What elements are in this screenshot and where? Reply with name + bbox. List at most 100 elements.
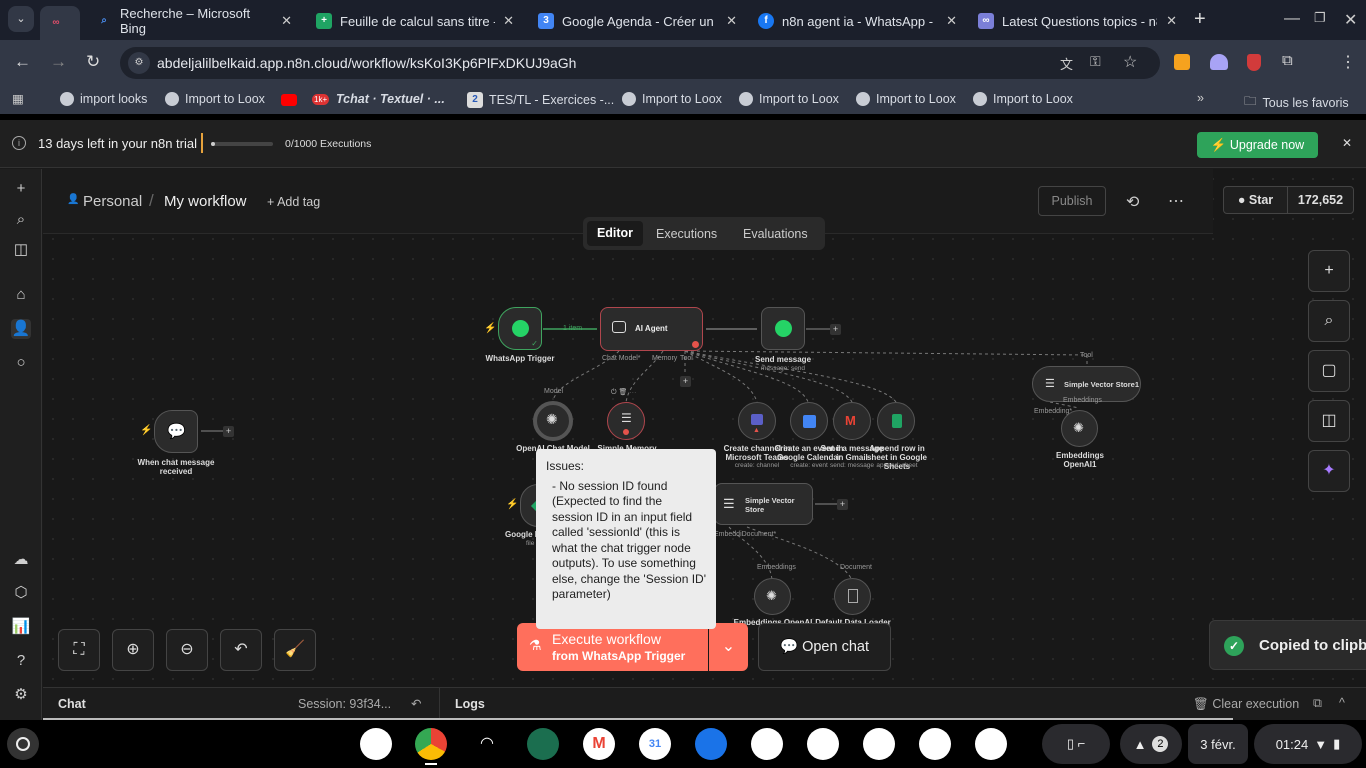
warning-icon: ▲: [1133, 736, 1147, 752]
chat-bubbles-icon: 💬: [167, 423, 186, 440]
flask-icon: ⚗: [529, 637, 542, 653]
port-label: Tool: [680, 355, 693, 362]
node-whatsapp-trigger[interactable]: ✓: [498, 307, 542, 350]
node-subtitle: file: [526, 540, 535, 547]
node-subtitle: message: send: [760, 365, 806, 372]
error-icon: [623, 429, 629, 435]
port-label: EmbeddiDocument*: [714, 531, 777, 538]
gmail-app-icon[interactable]: M: [583, 728, 615, 760]
trigger-bolt-icon: ⚡: [484, 323, 497, 334]
open-chat-button[interactable]: 💬 Open chat: [758, 623, 891, 671]
date-tray[interactable]: 3 févr.: [1188, 724, 1248, 764]
add-node-panel-button[interactable]: +: [1308, 250, 1350, 292]
calendar-app-icon[interactable]: 31: [639, 728, 671, 760]
session-id: Session: 93f34...: [298, 697, 392, 711]
node-label: WhatsApp Trigger: [485, 354, 555, 363]
execute-options-dropdown[interactable]: ⌄: [709, 623, 748, 671]
clipboard-tray-button[interactable]: ▯ ⌐: [1042, 724, 1110, 764]
node-teams[interactable]: ▲: [738, 402, 776, 440]
clear-execution-button[interactable]: 🗑 Clear execution: [1193, 697, 1299, 712]
toggle-panel-button[interactable]: ◫: [1308, 400, 1350, 442]
node-simple-vector-store[interactable]: ☰ Simple Vector Store: [714, 483, 813, 525]
bottom-panel: Chat Session: 93f34... ↶ Logs 🗑 Clear ex…: [43, 687, 1366, 721]
node-openai-chat-model[interactable]: ✺: [533, 401, 573, 441]
chat-panel-title[interactable]: Chat: [58, 697, 86, 711]
panel-divider: [439, 688, 440, 721]
trigger-bolt-icon: ⚡: [506, 499, 519, 510]
zoom-out-button[interactable]: ⊖: [166, 629, 208, 671]
notifications-tray-button[interactable]: ▲ 2: [1120, 724, 1182, 764]
status-tray[interactable]: 01:24 ▼ ▮: [1254, 724, 1362, 764]
node-hover-actions[interactable]: ⏻ 🗑 ⋯: [611, 388, 636, 397]
whatsapp-icon: [775, 320, 792, 337]
port-label: Document: [840, 564, 872, 571]
node-google-calendar[interactable]: [790, 402, 828, 440]
wifi-icon: ▼: [1314, 736, 1328, 752]
toast-copied: ✓ Copied to clipb: [1209, 620, 1366, 670]
youtube-app-icon[interactable]: [919, 728, 951, 760]
node-embeddings-openai1[interactable]: ✺: [1061, 410, 1098, 447]
robot-icon: [612, 321, 626, 333]
ai-assistant-sparkle-button[interactable]: ✦: [1308, 450, 1350, 492]
node-embeddings-openai[interactable]: ✺: [754, 578, 791, 615]
node-default-data-loader[interactable]: [834, 578, 871, 615]
node-send-message[interactable]: [761, 307, 805, 350]
openai-icon: ✺: [546, 411, 558, 427]
microsoft-teams-icon: [751, 414, 763, 425]
trash-icon: 🗑: [1193, 697, 1209, 711]
photos-app-icon[interactable]: [975, 728, 1007, 760]
google-calendar-icon: [803, 415, 816, 428]
gmail-icon: M: [845, 413, 856, 428]
cast-app-icon[interactable]: ◠: [471, 728, 503, 760]
execute-workflow-button[interactable]: ⚗ Execute workflow from WhatsApp Trigger: [517, 623, 708, 671]
add-node-button[interactable]: +: [837, 499, 848, 510]
gemini-app-icon[interactable]: [360, 728, 392, 760]
launcher-button[interactable]: [7, 728, 39, 760]
node-chat-trigger[interactable]: 💬: [154, 410, 198, 453]
reset-session-icon[interactable]: ↶: [411, 696, 421, 711]
undo-button[interactable]: ↶: [220, 629, 262, 671]
collapse-chevron-icon[interactable]: ^: [1339, 696, 1345, 710]
meet-app-icon[interactable]: [807, 728, 839, 760]
whatsapp-icon: [512, 320, 529, 337]
add-tool-button[interactable]: +: [680, 376, 691, 387]
search-nodes-button[interactable]: ⌕: [1308, 300, 1350, 342]
error-icon: [692, 341, 699, 348]
files-app-icon[interactable]: [695, 728, 727, 760]
document-icon: [848, 589, 858, 603]
warning-icon: ▲: [753, 427, 760, 434]
play-store-app-icon[interactable]: [863, 728, 895, 760]
node-google-sheets[interactable]: [877, 402, 915, 440]
edge-label: 1 item: [563, 325, 583, 332]
zoom-in-button[interactable]: ⊕: [112, 629, 154, 671]
database-icon: ☰: [1045, 378, 1055, 390]
port-label: Memory: [652, 355, 678, 362]
openai-icon: ✺: [1073, 420, 1084, 435]
workspace-app-icon[interactable]: [527, 728, 559, 760]
database-icon: ☰: [723, 496, 735, 511]
port-label: Model: [544, 388, 564, 395]
node-simple-memory[interactable]: ☰: [607, 402, 645, 440]
port-label: Embeddings: [1063, 397, 1102, 404]
add-node-button[interactable]: +: [830, 324, 841, 335]
port-label: Chat Model*: [602, 355, 641, 362]
popout-icon[interactable]: ⧉: [1313, 696, 1322, 711]
google-sheets-icon: [892, 414, 902, 428]
add-node-button[interactable]: +: [223, 426, 234, 437]
node-label: Embeddings OpenAI1: [1055, 451, 1104, 469]
active-app-indicator: [425, 763, 437, 765]
node-label: When chat message received: [137, 458, 215, 476]
node-label: Send message: [754, 355, 812, 364]
logs-panel-title[interactable]: Logs: [455, 697, 485, 711]
node-gmail[interactable]: M: [833, 402, 871, 440]
port-label: Tool: [1080, 352, 1093, 359]
trigger-bolt-icon: ⚡: [140, 425, 153, 436]
tidy-up-button[interactable]: 🧹: [274, 629, 316, 671]
sticky-note-button[interactable]: ▢: [1308, 350, 1350, 392]
node-ai-agent[interactable]: AI Agent: [600, 307, 703, 351]
openai-icon: ✺: [766, 588, 777, 603]
chat-icon: 💬: [779, 639, 799, 655]
chrome-app-icon[interactable]: [415, 728, 447, 760]
fit-view-button[interactable]: ⛶: [58, 629, 100, 671]
messages-app-icon[interactable]: [751, 728, 783, 760]
